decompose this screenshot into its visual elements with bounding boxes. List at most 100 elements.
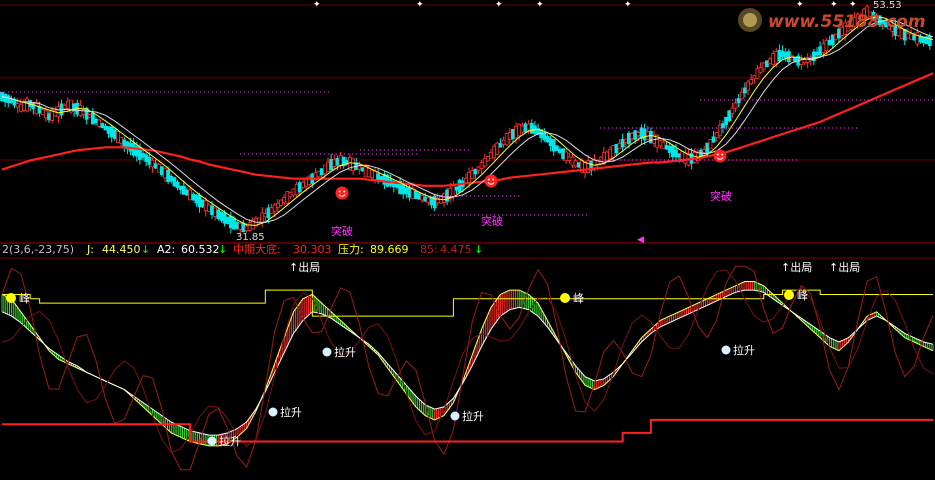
candle [915, 32, 920, 45]
svg-text:✦: ✦ [536, 0, 544, 10]
smiley-icon [484, 174, 498, 188]
candle [821, 43, 826, 54]
pull-marker-5: 拉升 [721, 343, 755, 357]
candle [379, 176, 384, 181]
candle [764, 60, 769, 67]
candle [119, 136, 124, 144]
svg-text:峰: 峰 [573, 292, 584, 305]
candle [188, 189, 192, 201]
candle [18, 103, 23, 112]
candle [22, 101, 26, 111]
exit-label-2: ↑出局 [781, 260, 812, 274]
candle [906, 32, 910, 39]
candle [909, 33, 913, 40]
chart-stage: 53.53 31.85 突破 突破 突破 ✦ ✦ ✦ ✦ ✦ ✦ ✦ ✦ www.5518… [0, 0, 935, 471]
candle [144, 154, 149, 162]
candle [275, 202, 280, 209]
candle [225, 216, 230, 225]
candle [56, 106, 61, 118]
candle [219, 211, 224, 221]
candle [507, 132, 512, 140]
candle [241, 222, 246, 233]
candle [667, 145, 672, 153]
a2-arrow-icon: ↓ [218, 243, 227, 256]
candle [169, 175, 174, 182]
candle [620, 139, 625, 148]
candle [702, 149, 707, 153]
candle [65, 100, 70, 109]
candle [511, 128, 515, 140]
candle [360, 167, 365, 172]
candle [739, 91, 744, 100]
candle [373, 170, 377, 180]
candle [492, 145, 497, 159]
candle [636, 132, 641, 137]
candle [824, 39, 829, 52]
candle [141, 153, 145, 158]
candle [614, 143, 619, 154]
candle [752, 75, 757, 80]
breakout-label-2: 突破 [481, 214, 503, 228]
candle [332, 159, 337, 167]
candle [178, 185, 183, 190]
candle [833, 33, 838, 40]
price-high-label: 53.53 [873, 0, 902, 11]
candle [94, 118, 98, 124]
candle [457, 179, 462, 193]
candle [768, 58, 772, 65]
candle [730, 107, 735, 114]
candle [714, 132, 719, 138]
candle [91, 112, 95, 125]
candle [717, 124, 722, 136]
candle [467, 171, 471, 184]
candle [326, 161, 330, 173]
b5-arrow-icon: ↓ [474, 243, 483, 256]
candle [758, 67, 763, 73]
candle [147, 156, 152, 165]
candle [232, 217, 236, 230]
svg-text:✦: ✦ [849, 0, 857, 10]
small-triangle-icon: ◀ [637, 235, 644, 245]
candle [163, 168, 167, 179]
candle [200, 199, 205, 208]
candle [417, 193, 421, 200]
candle [479, 162, 484, 169]
candle [827, 40, 832, 46]
candle [711, 136, 716, 143]
candle [222, 212, 227, 224]
b5-label: 85: [420, 243, 438, 256]
candle [206, 204, 211, 212]
candle [777, 49, 782, 62]
candle [586, 160, 591, 173]
mid-value: 30.303 [293, 243, 332, 256]
candle [25, 98, 29, 112]
candle [605, 151, 609, 161]
candle [153, 163, 158, 169]
candle [166, 169, 171, 183]
candle [257, 217, 261, 223]
candle [106, 126, 111, 134]
candle [724, 116, 729, 125]
candle [279, 199, 283, 206]
candle [554, 145, 559, 152]
candle [489, 152, 493, 159]
pull-marker-3: 拉升 [322, 345, 356, 359]
candle [733, 102, 738, 109]
candle [269, 207, 274, 214]
candle [338, 154, 343, 167]
candle [504, 133, 509, 146]
candles-layer [0, 4, 932, 236]
candle [407, 186, 412, 198]
candle [774, 51, 779, 64]
candle [238, 222, 243, 230]
candle [357, 165, 362, 170]
pull-marker-4: 拉升 [450, 409, 484, 423]
svg-text:拉升: 拉升 [334, 345, 356, 359]
candle [87, 114, 92, 119]
candle [542, 132, 547, 141]
candle [476, 166, 481, 171]
candle [401, 184, 406, 195]
candle [266, 207, 271, 219]
candle [335, 157, 340, 166]
candle [319, 168, 324, 176]
